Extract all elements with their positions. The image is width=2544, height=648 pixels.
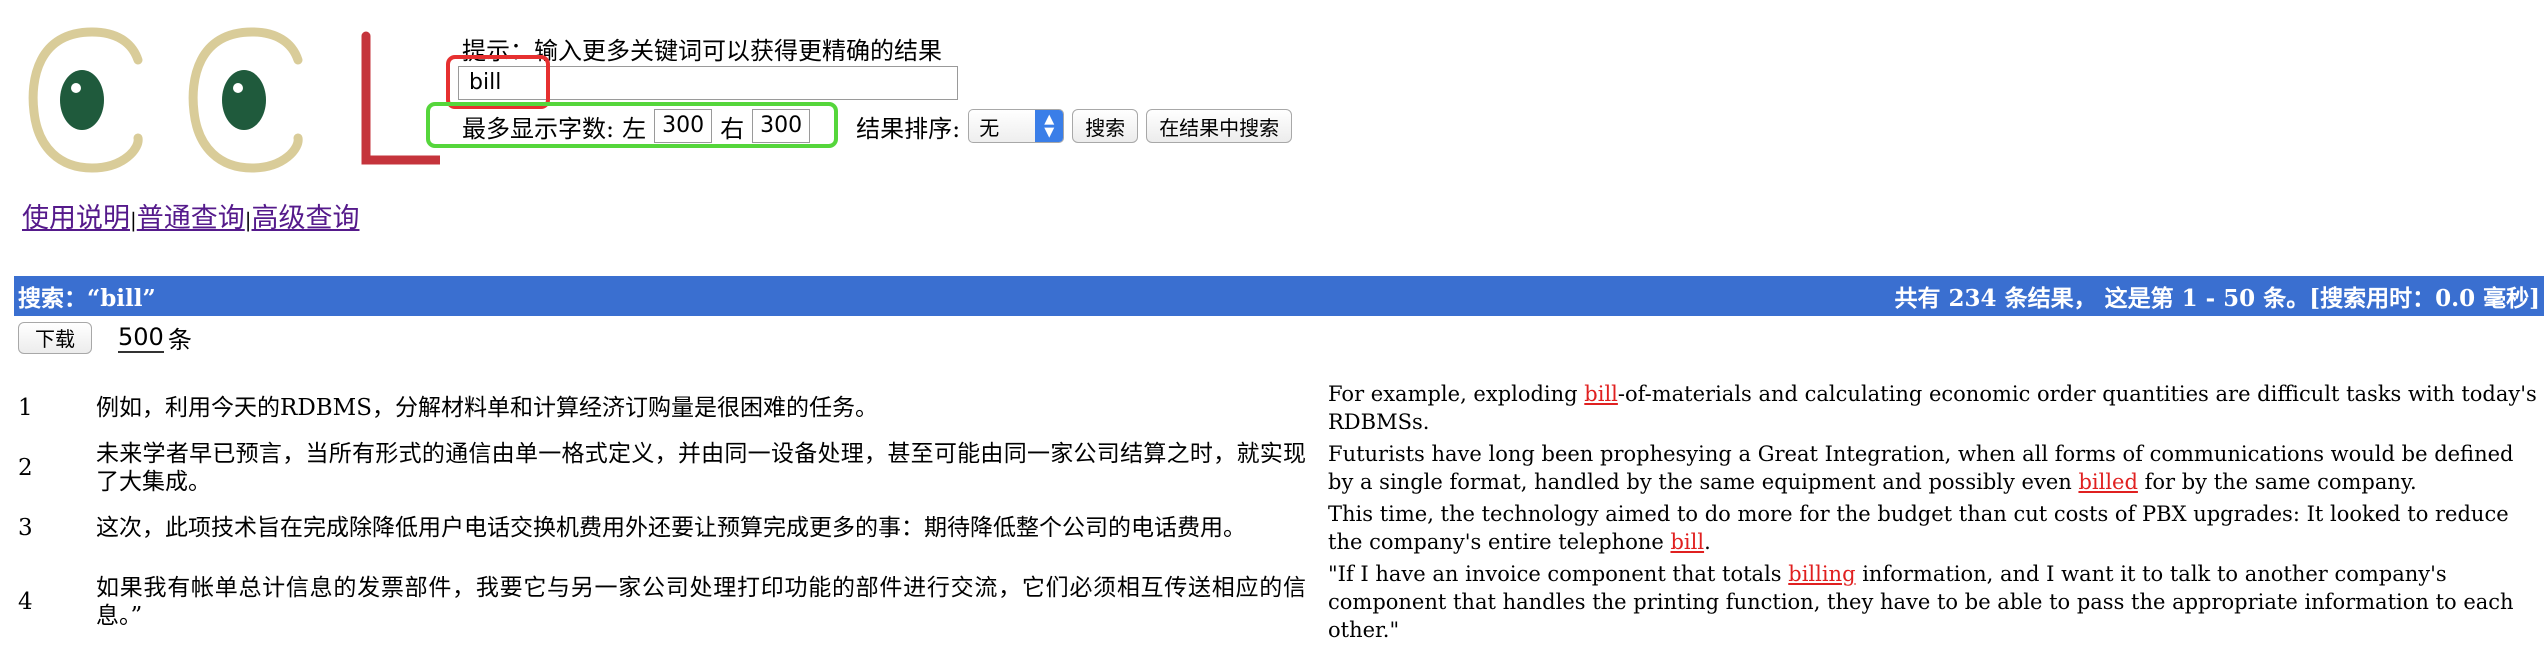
result-row: 1 例如，利用今天的RDBMS，分解材料单和计算经济订购量是很困难的任务。 Fo… [14, 380, 2544, 436]
options-highlight-box [426, 102, 838, 148]
search-button[interactable]: 搜索 [1072, 109, 1139, 143]
nav-links: 使用说明|普通查询|高级查询 [22, 196, 360, 235]
search-time: 0.0 毫秒 [2435, 285, 2530, 312]
result-english: For example, exploding bill-of-materials… [1328, 382, 2537, 434]
result-english: Futurists have long been prophesying a G… [1328, 442, 2514, 494]
result-number: 4 [18, 589, 33, 615]
result-range: 1 - 50 [2181, 285, 2256, 312]
result-english: This time, the technology aimed to do mo… [1328, 502, 2509, 554]
search-term-display: 搜索：“bill” [18, 285, 156, 312]
download-count-input[interactable]: 500 [118, 323, 164, 353]
result-row: 3 这次，此项技术旨在完成除降低用户电话交换机费用外还要让预算完成更多的事：期待… [14, 500, 2544, 556]
site-logo [28, 27, 440, 173]
keyword-match-link[interactable]: bill [1584, 382, 1618, 406]
result-chinese: 例如，利用今天的RDBMS，分解材料单和计算经济订购量是很困难的任务。 [96, 395, 878, 421]
link-basic-query[interactable]: 普通查询 [137, 203, 245, 234]
result-summary: 共有 234 条结果， 这是第 1 - 50 条。[搜索用时：0.0 毫秒] [1894, 285, 2540, 312]
result-summary-bar: 搜索：“bill” 共有 234 条结果， 这是第 1 - 50 条。[搜索用时… [14, 276, 2544, 316]
keyword-match-link[interactable]: billed [2078, 470, 2137, 494]
result-row: 2 未来学者早已预言，当所有形式的通信由单一格式定义，并由同一设备处理，甚至可能… [14, 440, 2544, 496]
right-eye-icon [188, 27, 303, 173]
keyword-match-link[interactable]: billing [1788, 562, 1855, 586]
sort-select-value: 无 [979, 115, 1000, 140]
select-arrows-icon: ▲ ▼ [1035, 110, 1064, 142]
link-usage-guide[interactable]: 使用说明 [22, 203, 130, 234]
result-chinese: 这次，此项技术旨在完成除降低用户电话交换机费用外还要让预算完成更多的事：期待降低… [96, 515, 1246, 541]
left-eye-icon [28, 27, 143, 173]
search-term: “bill” [87, 285, 156, 312]
search-in-results-button[interactable]: 在结果中搜索 [1146, 109, 1293, 143]
sort-select[interactable]: 无 ▲ ▼ [968, 109, 1065, 143]
download-count-unit: 条 [167, 326, 192, 354]
result-number: 1 [18, 395, 33, 421]
results-list: 1 例如，利用今天的RDBMS，分解材料单和计算经济订购量是很困难的任务。 Fo… [14, 380, 2544, 648]
download-row: 下载 500 条 [18, 320, 192, 355]
result-number: 2 [18, 455, 33, 481]
total-count: 234 [1948, 285, 1997, 312]
sort-label: 结果排序: [856, 114, 961, 143]
result-english: "If I have an invoice component that tot… [1328, 562, 2514, 642]
link-separator: | [244, 208, 252, 232]
result-chinese: 未来学者早已预言，当所有形式的通信由单一格式定义，并由同一设备处理，甚至可能由同… [96, 441, 1306, 495]
link-advanced-query[interactable]: 高级查询 [252, 203, 360, 234]
result-row: 4 如果我有帐单总计信息的发票部件，我要它与另一家公司处理打印功能的部件进行交流… [14, 560, 2544, 644]
query-highlight-box [446, 55, 550, 109]
result-number: 3 [18, 515, 33, 541]
download-button[interactable]: 下载 [18, 321, 92, 354]
keyword-match-link[interactable]: bill [1670, 530, 1704, 554]
result-chinese: 如果我有帐单总计信息的发票部件，我要它与另一家公司处理打印功能的部件进行交流，它… [96, 575, 1306, 629]
link-separator: | [130, 208, 137, 232]
